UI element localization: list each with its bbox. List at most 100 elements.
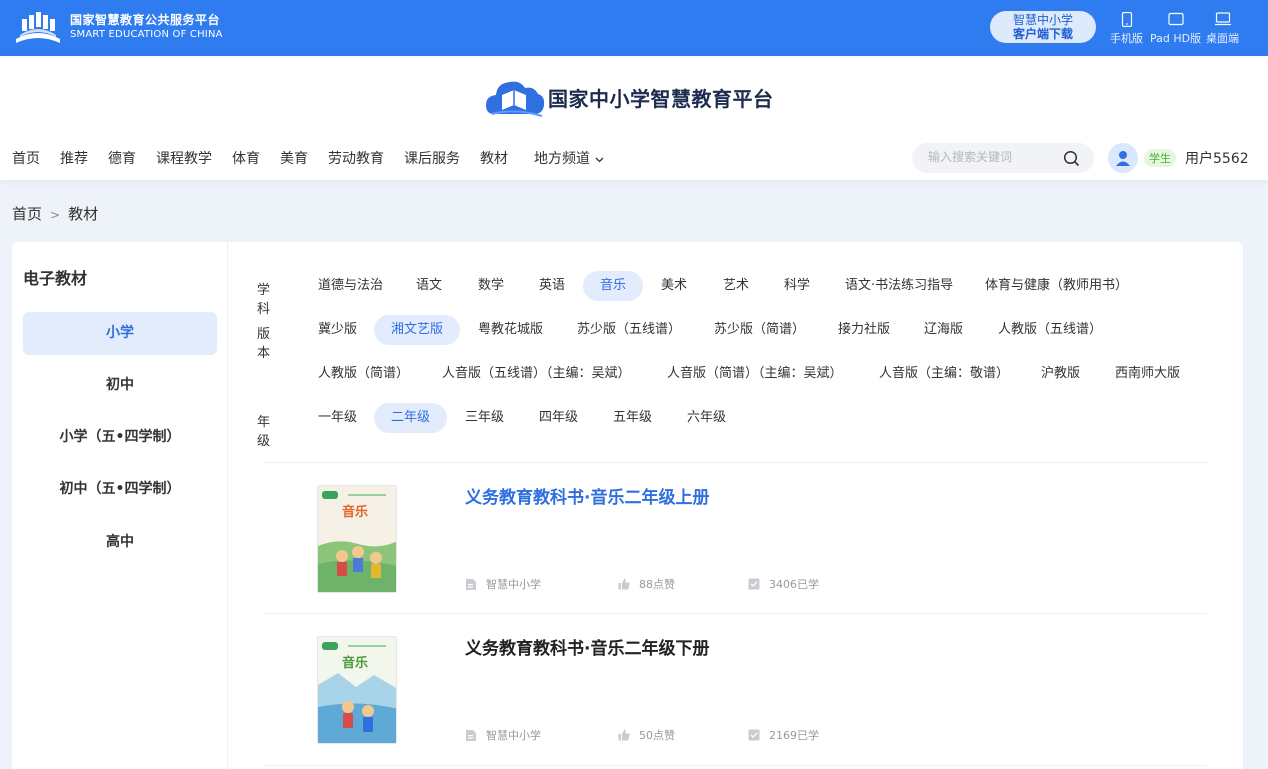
- textbook-list-item[interactable]: 音乐 义务教育教科书·音乐二年级上册 智慧中小学 88点赞 3406已学: [264, 463, 1207, 613]
- study-icon: [748, 578, 760, 590]
- textbook-publisher: 智慧中小学: [465, 576, 541, 592]
- subject-option[interactable]: 语文: [399, 271, 459, 301]
- subject-option[interactable]: 道德与法治: [301, 271, 400, 301]
- sidebar-item-primary-54[interactable]: 小学（五•四学制）: [23, 416, 217, 459]
- device-desktop-link[interactable]: 桌面端: [1206, 12, 1239, 46]
- edition-option[interactable]: 沪教版: [1024, 359, 1097, 389]
- subject-option[interactable]: 体育与健康（教师用书）: [968, 271, 1145, 301]
- breadcrumb-home[interactable]: 首页: [12, 205, 42, 223]
- edition-option[interactable]: 苏少版（五线谱）: [560, 315, 698, 345]
- textbook-likes: 50点赞: [618, 727, 675, 743]
- nav-item-courses[interactable]: 课程教学: [156, 148, 212, 168]
- nav-item-arts[interactable]: 美育: [280, 148, 308, 168]
- nav-item-textbooks[interactable]: 教材: [480, 148, 508, 168]
- desktop-icon: [1214, 12, 1231, 26]
- user-role-badge: 学生: [1144, 149, 1176, 167]
- sidebar-item-junior-54[interactable]: 初中（五•四学制）: [23, 468, 217, 511]
- grade-option[interactable]: 三年级: [448, 403, 521, 433]
- user-menu[interactable]: 学生 用户5562: [1108, 143, 1249, 173]
- download-line-1: 智慧中小学: [1012, 13, 1073, 27]
- nav-item-labor[interactable]: 劳动教育: [328, 148, 384, 168]
- breadcrumb-separator: >: [50, 208, 61, 222]
- cloud-book-logo-icon: [486, 81, 545, 117]
- device-desktop-label: 桌面端: [1206, 32, 1239, 45]
- sidebar: 电子教材 小学 初中 小学（五•四学制） 初中（五•四学制） 高中: [12, 242, 228, 769]
- edition-option[interactable]: 冀少版: [301, 315, 374, 345]
- logo-icon: [16, 12, 60, 43]
- grade-option[interactable]: 一年级: [301, 403, 374, 433]
- textbook-title-link[interactable]: 义务教育教科书·音乐二年级下册: [465, 634, 709, 659]
- publisher-text: 智慧中小学: [486, 729, 541, 742]
- textbook-cover-image[interactable]: 音乐: [317, 636, 397, 744]
- textbook-list-item[interactable]: 音乐 义务教育教科书·音乐二年级下册 智慧中小学 50点赞 2169已学: [264, 614, 1207, 764]
- edition-option[interactable]: 人教版（五线谱）: [981, 315, 1119, 345]
- filter-label-subject: 学科: [257, 283, 271, 317]
- nav-item-sports[interactable]: 体育: [232, 148, 260, 168]
- textbook-likes: 88点赞: [618, 576, 675, 592]
- thumbs-up-icon: [618, 578, 630, 590]
- logo-title-cn: 国家智慧教育公共服务平台: [70, 13, 221, 27]
- subject-option-selected[interactable]: 音乐: [583, 271, 644, 301]
- likes-count: 50点赞: [639, 729, 675, 742]
- edition-option[interactable]: 西南师大版: [1098, 359, 1197, 389]
- edition-option[interactable]: 人教版（简谱）: [301, 359, 426, 389]
- likes-count: 88点赞: [639, 578, 675, 591]
- brand-title: 国家中小学智慧教育平台: [548, 86, 774, 111]
- grade-option-selected[interactable]: 二年级: [374, 403, 448, 433]
- breadcrumb-current: 教材: [68, 205, 99, 223]
- nav-item-recommend[interactable]: 推荐: [60, 148, 88, 168]
- nav-item-moral[interactable]: 德育: [108, 148, 136, 168]
- sidebar-item-senior[interactable]: 高中: [23, 521, 217, 564]
- nav-item-local-channel[interactable]: 地方频道: [534, 148, 604, 168]
- subject-option[interactable]: 语文·书法练习指导: [828, 271, 970, 301]
- grade-option[interactable]: 五年级: [596, 403, 669, 433]
- user-icon: [1116, 151, 1130, 166]
- list-divider: [264, 765, 1207, 766]
- main-panel: 电子教材 小学 初中 小学（五•四学制） 初中（五•四学制） 高中 学科 道德与…: [12, 242, 1243, 769]
- user-name: 用户5562: [1185, 151, 1249, 167]
- edition-option[interactable]: 接力社版: [821, 315, 907, 345]
- edition-option[interactable]: 苏少版（简谱）: [697, 315, 822, 345]
- cover-title-text: 音乐: [342, 504, 368, 520]
- subject-option[interactable]: 数学: [461, 271, 521, 301]
- learners-count: 3406已学: [769, 578, 819, 591]
- nav-item-home[interactable]: 首页: [12, 148, 40, 168]
- edition-option[interactable]: 粤教花城版: [461, 315, 560, 345]
- grade-option[interactable]: 六年级: [670, 403, 743, 433]
- search-input[interactable]: [928, 150, 1058, 164]
- textbook-title-link[interactable]: 义务教育教科书·音乐二年级上册: [465, 483, 709, 508]
- grade-option[interactable]: 四年级: [522, 403, 595, 433]
- subject-option[interactable]: 科学: [767, 271, 827, 301]
- device-phone-link[interactable]: 手机版: [1110, 12, 1143, 46]
- search-icon[interactable]: [1063, 150, 1080, 167]
- learners-count: 2169已学: [769, 729, 819, 742]
- site-brand[interactable]: 国家中小学智慧教育平台: [484, 74, 774, 120]
- nav-item-after-school[interactable]: 课后服务: [404, 148, 460, 168]
- platform-logo[interactable]: 国家智慧教育公共服务平台 SMART EDUCATION OF CHINA: [12, 9, 223, 45]
- publisher-text: 智慧中小学: [486, 578, 541, 591]
- edition-option-selected[interactable]: 湘文艺版: [374, 315, 461, 345]
- subject-option[interactable]: 英语: [522, 271, 582, 301]
- device-tablet-label: Pad HD版: [1150, 32, 1202, 45]
- thumbs-up-icon: [618, 729, 630, 741]
- nav-item-local-label: 地方频道: [534, 151, 590, 167]
- subject-option[interactable]: 艺术: [706, 271, 766, 301]
- client-download-button[interactable]: 智慧中小学 客户端下载: [990, 11, 1096, 43]
- device-tablet-link[interactable]: Pad HD版: [1150, 12, 1201, 46]
- edition-option[interactable]: 人音版（主编：敬谱）: [862, 359, 1026, 389]
- textbook-cover-image[interactable]: 音乐: [317, 485, 397, 593]
- document-icon: [466, 578, 476, 590]
- document-icon: [466, 729, 476, 741]
- logo-title-en: SMART EDUCATION OF CHINA: [70, 29, 223, 40]
- edition-option[interactable]: 人音版（简谱）（主编：吴斌）: [650, 359, 860, 389]
- textbook-learners: 2169已学: [748, 727, 819, 743]
- sidebar-item-primary[interactable]: 小学: [23, 312, 217, 355]
- subject-option[interactable]: 美术: [644, 271, 704, 301]
- edition-option[interactable]: 人音版（五线谱）（主编：吴斌）: [425, 359, 648, 389]
- cover-title-text: 音乐: [342, 655, 368, 671]
- sidebar-title: 电子教材: [23, 269, 88, 288]
- top-bar: 国家智慧教育公共服务平台 SMART EDUCATION OF CHINA 智慧…: [0, 0, 1268, 56]
- sidebar-item-junior[interactable]: 初中: [23, 364, 217, 407]
- edition-option[interactable]: 辽海版: [907, 315, 980, 345]
- site-header: 国家中小学智慧教育平台 首页 推荐 德育 课程教学 体育 美育 劳动教育 课后服…: [0, 56, 1268, 180]
